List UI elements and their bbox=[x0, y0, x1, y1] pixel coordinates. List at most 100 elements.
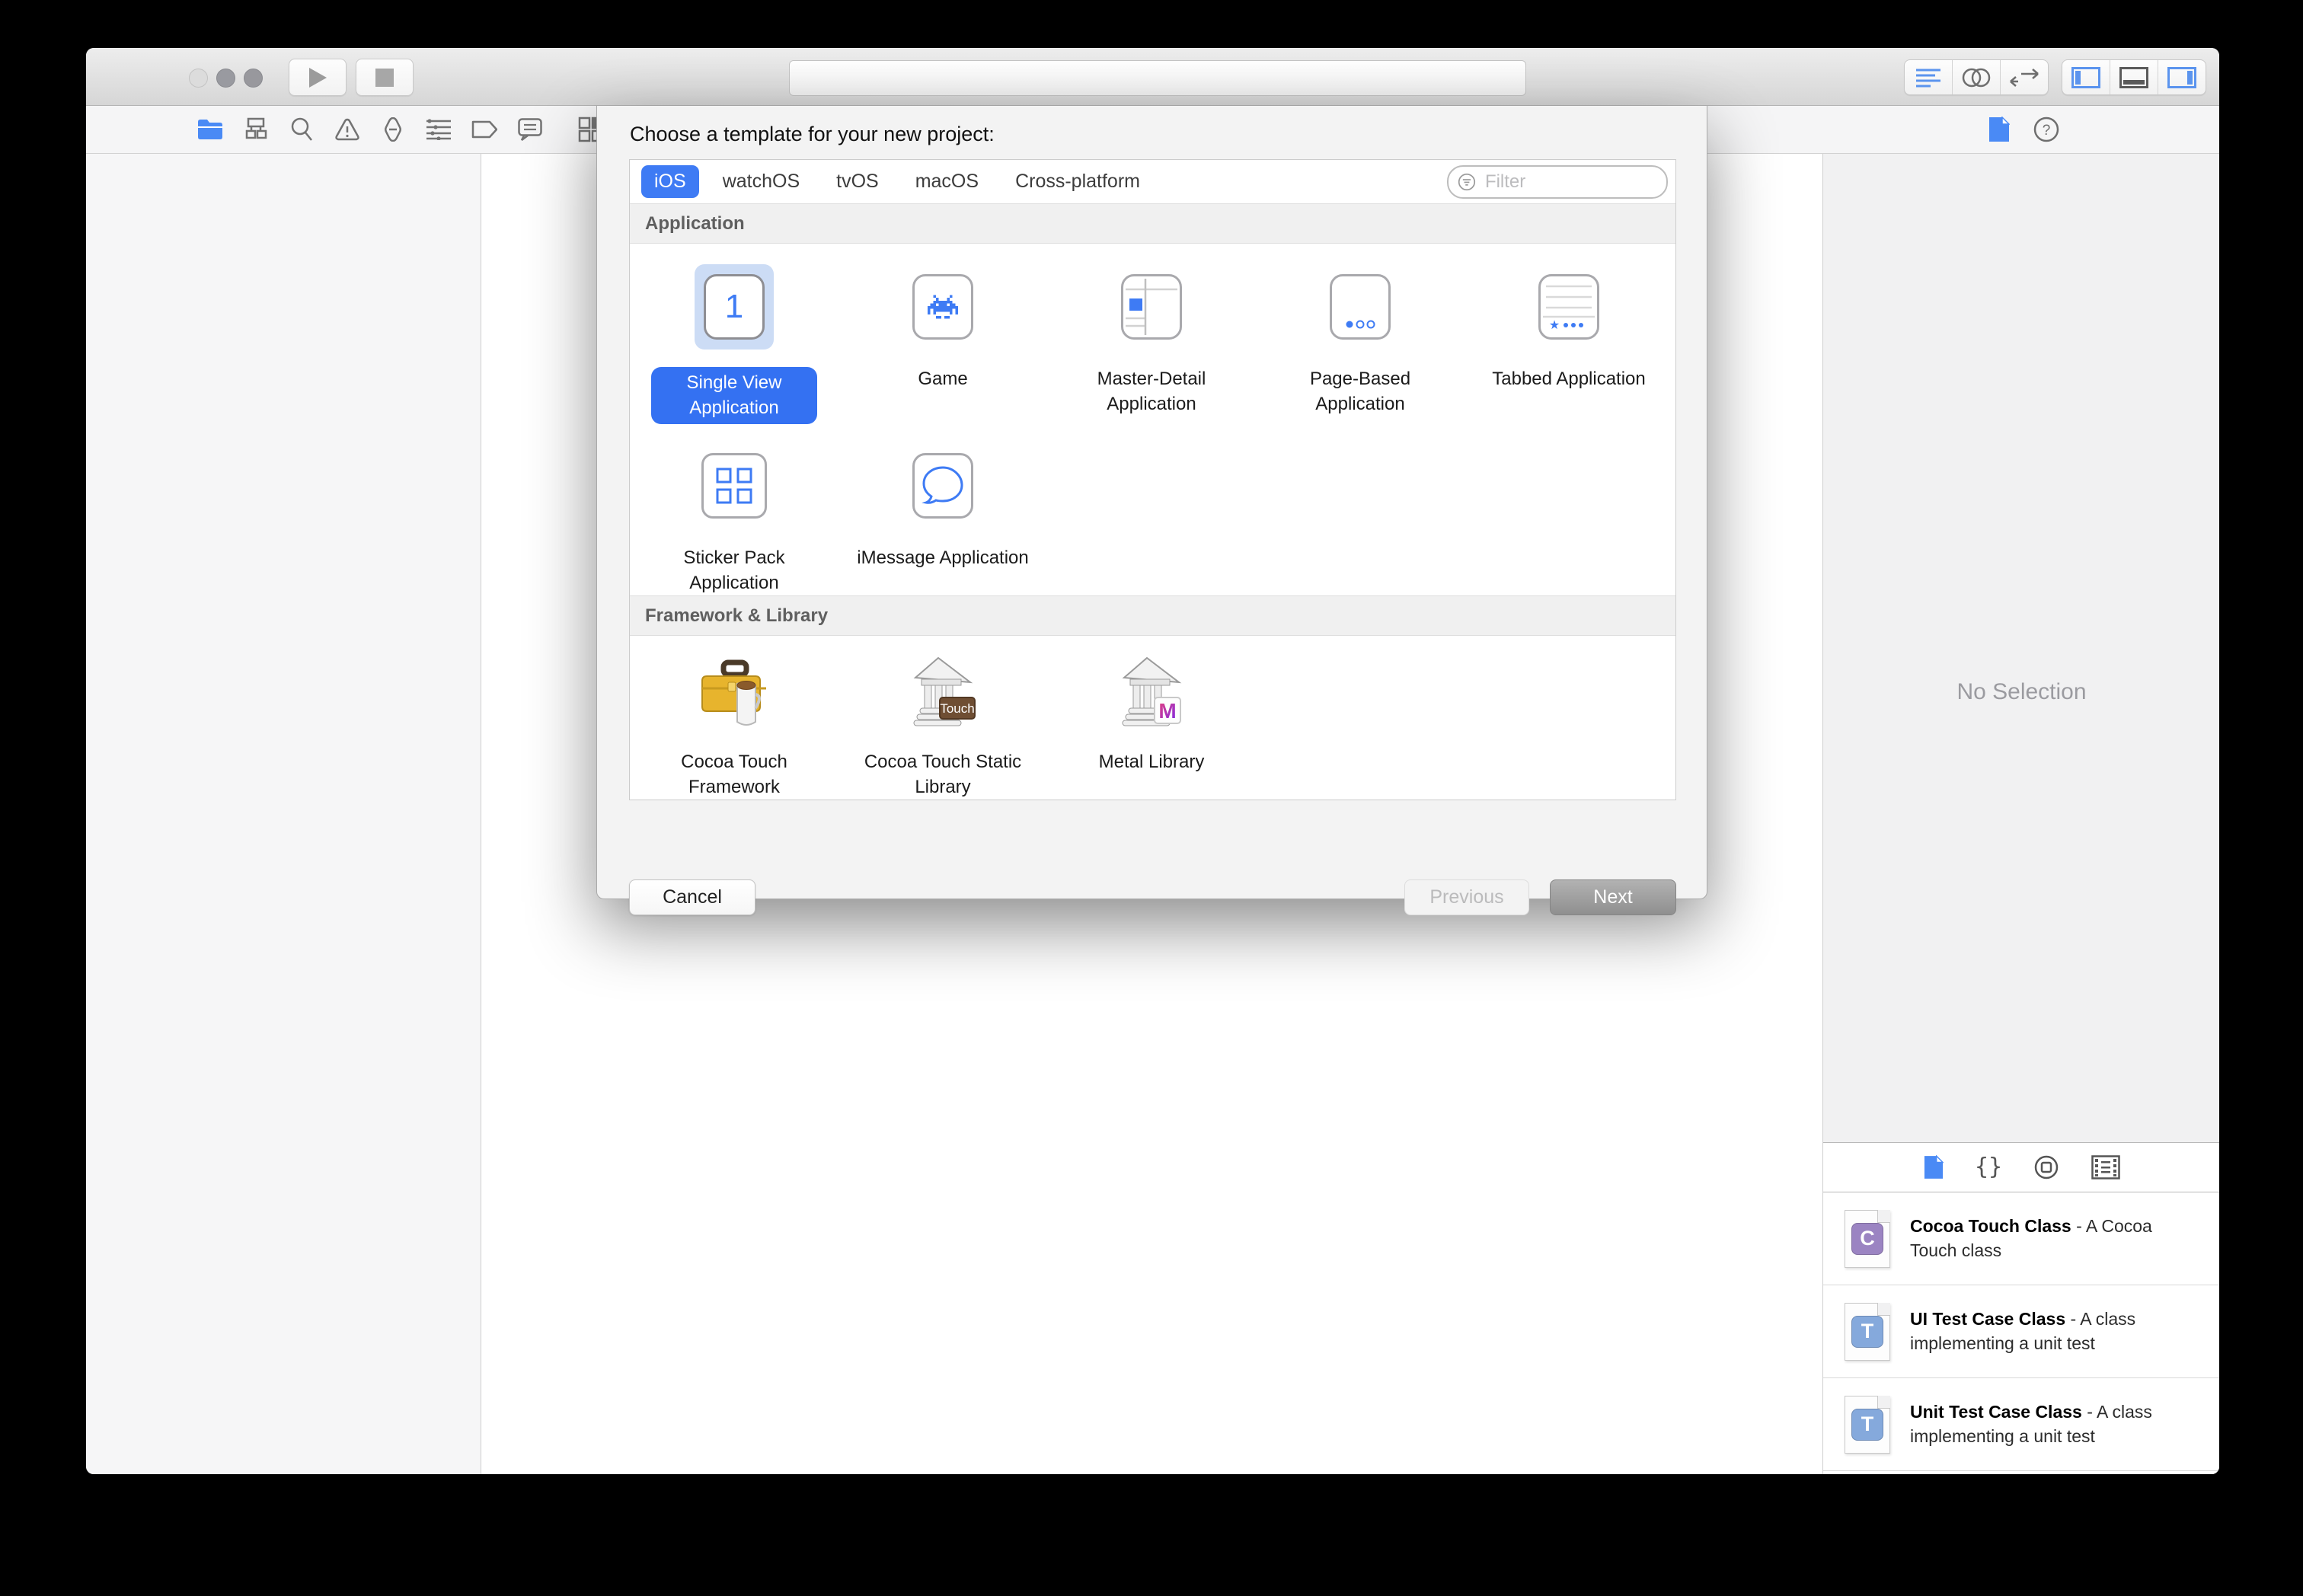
run-button[interactable] bbox=[289, 59, 347, 96]
list-item[interactable]: T UI Test Case Class - A class implement… bbox=[1823, 1285, 2219, 1378]
platform-tab-bar: iOS watchOS tvOS macOS Cross-platform bbox=[630, 160, 1675, 205]
object-library-icon[interactable] bbox=[2033, 1154, 2059, 1180]
file-template-text: Unit Test Case Class - A class implement… bbox=[1910, 1402, 2152, 1446]
master-detail-glyph bbox=[1126, 279, 1177, 336]
sticker-grid-glyph bbox=[716, 468, 752, 504]
standard-editor-icon bbox=[1916, 69, 1940, 87]
file-template-thumbnail: T bbox=[1845, 1395, 1890, 1454]
minimize-window-button[interactable] bbox=[216, 69, 235, 88]
class-badge: C bbox=[1851, 1222, 1883, 1255]
symbol-navigator-tab[interactable] bbox=[241, 115, 270, 144]
template-label: Tabbed Application bbox=[1492, 369, 1646, 390]
quick-help-tab[interactable]: ? bbox=[2032, 115, 2061, 144]
section-header-application: Application bbox=[630, 204, 1675, 244]
template-page-based-application[interactable]: Page-Based Application bbox=[1256, 245, 1465, 424]
master-detail-icon bbox=[1121, 274, 1182, 340]
cancel-button[interactable]: Cancel bbox=[629, 879, 755, 915]
metal-badge-label: M bbox=[1158, 699, 1176, 723]
tab-watchos[interactable]: watchOS bbox=[710, 165, 813, 198]
report-navigator-tab[interactable] bbox=[516, 115, 545, 144]
file-template-library-icon[interactable] bbox=[1924, 1155, 1944, 1179]
sticker-pack-icon bbox=[701, 453, 767, 519]
file-template-thumbnail: C bbox=[1845, 1209, 1890, 1268]
debug-navigator-tab[interactable] bbox=[424, 115, 453, 144]
breakpoint-navigator-tab[interactable] bbox=[470, 115, 499, 144]
page-based-icon bbox=[1330, 274, 1391, 340]
section-header-framework: Framework & Library bbox=[630, 595, 1675, 637]
template-master-detail-application[interactable]: Master-Detail Application bbox=[1047, 245, 1256, 424]
folder-icon bbox=[198, 120, 222, 139]
file-inspector-tab[interactable] bbox=[1985, 115, 2014, 144]
new-project-dialog: Choose a template for your new project: … bbox=[596, 106, 1707, 915]
toggle-inspector-button[interactable] bbox=[2158, 60, 2206, 94]
template-cocoa-touch-framework[interactable]: Cocoa Touch Framework bbox=[630, 637, 838, 800]
page-dots-glyph bbox=[1346, 320, 1375, 329]
template-label: Game bbox=[918, 369, 968, 390]
tab-tvos[interactable]: tvOS bbox=[823, 165, 892, 198]
template-filter-field[interactable] bbox=[1447, 164, 1668, 199]
framework-template-grid: Cocoa Touch Framework Touch Cocoa Touch … bbox=[630, 636, 1675, 800]
gauge-list-icon bbox=[426, 119, 451, 140]
file-template-list: C Cocoa Touch Class - A Cocoa Touch clas… bbox=[1823, 1192, 2219, 1474]
zoom-window-button[interactable] bbox=[244, 69, 263, 88]
tab-ios[interactable]: iOS bbox=[641, 165, 699, 199]
stop-icon bbox=[375, 68, 394, 87]
list-item[interactable]: T Unit Test Case Class - A class impleme… bbox=[1823, 1378, 2219, 1471]
template-label: iMessage Application bbox=[857, 547, 1029, 569]
code-snippet-library-icon[interactable]: {} bbox=[1976, 1155, 2001, 1179]
issue-navigator-tab[interactable] bbox=[333, 115, 362, 144]
file-template-text: Cocoa Touch Class - A Cocoa Touch class bbox=[1910, 1216, 2152, 1260]
library-tab-bar: {} bbox=[1823, 1142, 2219, 1192]
editor-mode-buttons bbox=[1904, 59, 2049, 95]
tab-cross-platform[interactable]: Cross-platform bbox=[1002, 165, 1153, 198]
dialog-title: Choose a template for your new project: bbox=[630, 123, 995, 145]
find-navigator-tab[interactable] bbox=[287, 115, 316, 144]
template-tabbed-application[interactable]: ★ Tabbed Application bbox=[1465, 245, 1673, 424]
template-label: Cocoa Touch Static Library bbox=[864, 752, 1022, 797]
toggle-navigator-button[interactable] bbox=[2062, 60, 2110, 94]
template-sticker-pack-application[interactable]: Sticker Pack Application bbox=[630, 424, 838, 595]
close-window-button[interactable] bbox=[189, 69, 208, 88]
template-game[interactable]: Game bbox=[838, 245, 1047, 424]
selection-highlight: 1 bbox=[695, 264, 774, 350]
message-bubble-glyph bbox=[922, 466, 963, 504]
assistant-editor-icon bbox=[1962, 68, 1991, 87]
debug-area-icon bbox=[2119, 66, 2148, 88]
template-label: Metal Library bbox=[1098, 752, 1205, 773]
template-imessage-application[interactable]: iMessage Application bbox=[838, 424, 1047, 595]
inspector-panel-icon bbox=[2167, 66, 2196, 88]
test-navigator-tab[interactable] bbox=[379, 115, 407, 144]
test-diamond-icon bbox=[385, 117, 401, 142]
view-buttons bbox=[2062, 59, 2206, 95]
media-library-icon[interactable] bbox=[2091, 1155, 2120, 1179]
project-navigator-tab[interactable] bbox=[196, 115, 225, 144]
metal-library-icon: M bbox=[1122, 656, 1182, 726]
next-button[interactable]: Next bbox=[1550, 879, 1676, 915]
inspector-pane: No Selection {} C Cocoa Touch Class - A … bbox=[1822, 154, 2219, 1474]
template-single-view-application[interactable]: 1 Single View Application bbox=[630, 245, 838, 425]
application-template-grid: 1 Single View Application Game Master-De… bbox=[630, 244, 1675, 595]
toggle-debug-area-button[interactable] bbox=[2110, 60, 2158, 94]
tab-macos[interactable]: macOS bbox=[902, 165, 992, 198]
list-item[interactable]: C Cocoa Touch Class - A Cocoa Touch clas… bbox=[1823, 1192, 2219, 1285]
navigator-pane bbox=[86, 154, 481, 1474]
single-view-icon: 1 bbox=[704, 274, 765, 340]
version-editor-icon bbox=[2010, 68, 2039, 87]
standard-editor-button[interactable] bbox=[1905, 60, 1953, 94]
template-cocoa-touch-static-library[interactable]: Touch Cocoa Touch Static Library bbox=[838, 637, 1047, 800]
space-invader-glyph bbox=[928, 295, 958, 319]
template-label: Page-Based Application bbox=[1309, 369, 1411, 414]
file-template-text: UI Test Case Class - A class implementin… bbox=[1910, 1309, 2136, 1353]
filter-icon bbox=[1458, 173, 1476, 190]
previous-button[interactable]: Previous bbox=[1404, 879, 1529, 915]
template-metal-library[interactable]: M Metal Library bbox=[1047, 637, 1256, 800]
symbol-hierarchy-icon bbox=[245, 117, 267, 139]
template-filter-input[interactable] bbox=[1483, 170, 1657, 193]
toolbar bbox=[86, 48, 2219, 106]
navigator-panel-icon bbox=[2071, 66, 2100, 88]
stop-button[interactable] bbox=[356, 59, 414, 96]
assistant-editor-button[interactable] bbox=[1953, 60, 2001, 94]
version-editor-button[interactable] bbox=[2001, 60, 2048, 94]
file-icon bbox=[1989, 117, 2010, 142]
imessage-icon bbox=[912, 453, 973, 519]
